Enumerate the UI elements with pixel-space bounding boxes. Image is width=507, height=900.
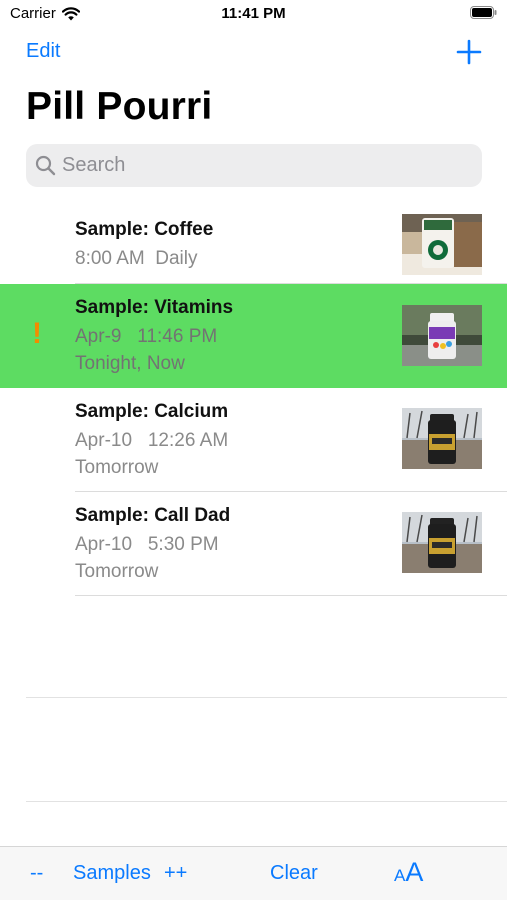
item-due: Tomorrow (75, 561, 159, 582)
edit-button[interactable]: Edit (26, 40, 60, 63)
item-title: Sample: Coffee (75, 219, 214, 240)
increase-button[interactable]: ++ (164, 862, 187, 885)
empty-row-divider (26, 801, 507, 802)
search-bar[interactable] (26, 144, 482, 187)
supplement-bottle-photo-icon (402, 408, 482, 469)
page-title: Pill Pourri (26, 85, 213, 128)
call-dad-thumbnail (402, 512, 482, 573)
item-schedule: 8:00 AM Daily (75, 248, 198, 269)
plus-icon[interactable] (455, 38, 483, 66)
search-input[interactable] (62, 144, 472, 187)
row-divider (75, 595, 507, 596)
battery-icon (470, 6, 497, 19)
clear-button[interactable]: Clear (270, 862, 318, 885)
alert-icon: ! (32, 317, 42, 350)
list-item-calcium[interactable]: Sample: Calcium Apr-10 12:26 AM Tomorrow (0, 388, 507, 492)
calcium-thumbnail (402, 408, 482, 469)
decrease-button[interactable]: -- (30, 862, 43, 885)
coffee-cup-photo-icon (402, 214, 482, 275)
item-title: Sample: Vitamins (75, 297, 234, 318)
supplement-bottle-photo-icon (402, 512, 482, 573)
list-item-coffee[interactable]: Sample: Coffee 8:00 AM Daily (0, 205, 507, 284)
vitamin-bottle-photo-icon (402, 305, 482, 366)
vitamins-thumbnail (402, 305, 482, 366)
item-title: Sample: Call Dad (75, 505, 231, 526)
item-title: Sample: Calcium (75, 401, 229, 422)
font-big-icon: A (405, 857, 424, 887)
clock: 11:41 PM (221, 5, 286, 22)
item-schedule: Apr-9 11:46 PM (75, 326, 218, 347)
item-due: Tomorrow (75, 457, 159, 478)
item-schedule: Apr-10 12:26 AM (75, 430, 229, 451)
list-item-call-dad[interactable]: Sample: Call Dad Apr-10 5:30 PM Tomorrow (0, 492, 507, 596)
status-bar: Carrier 11:41 PM (0, 0, 507, 28)
samples-button[interactable]: Samples (73, 862, 151, 885)
item-schedule: Apr-10 5:30 PM (75, 534, 219, 555)
font-small-icon: A (394, 866, 406, 885)
coffee-thumbnail (402, 214, 482, 275)
search-icon (35, 155, 56, 176)
empty-row-divider (26, 697, 507, 698)
reminder-list: Sample: Coffee 8:00 AM Daily ! Sample: V… (0, 205, 507, 596)
font-size-button[interactable]: AA (394, 857, 423, 888)
bottom-toolbar: -- Samples ++ Clear AA (0, 846, 507, 900)
item-due: Tonight, Now (75, 353, 185, 374)
list-item-vitamins[interactable]: ! Sample: Vitamins Apr-9 11:46 PM Tonigh… (0, 284, 507, 388)
